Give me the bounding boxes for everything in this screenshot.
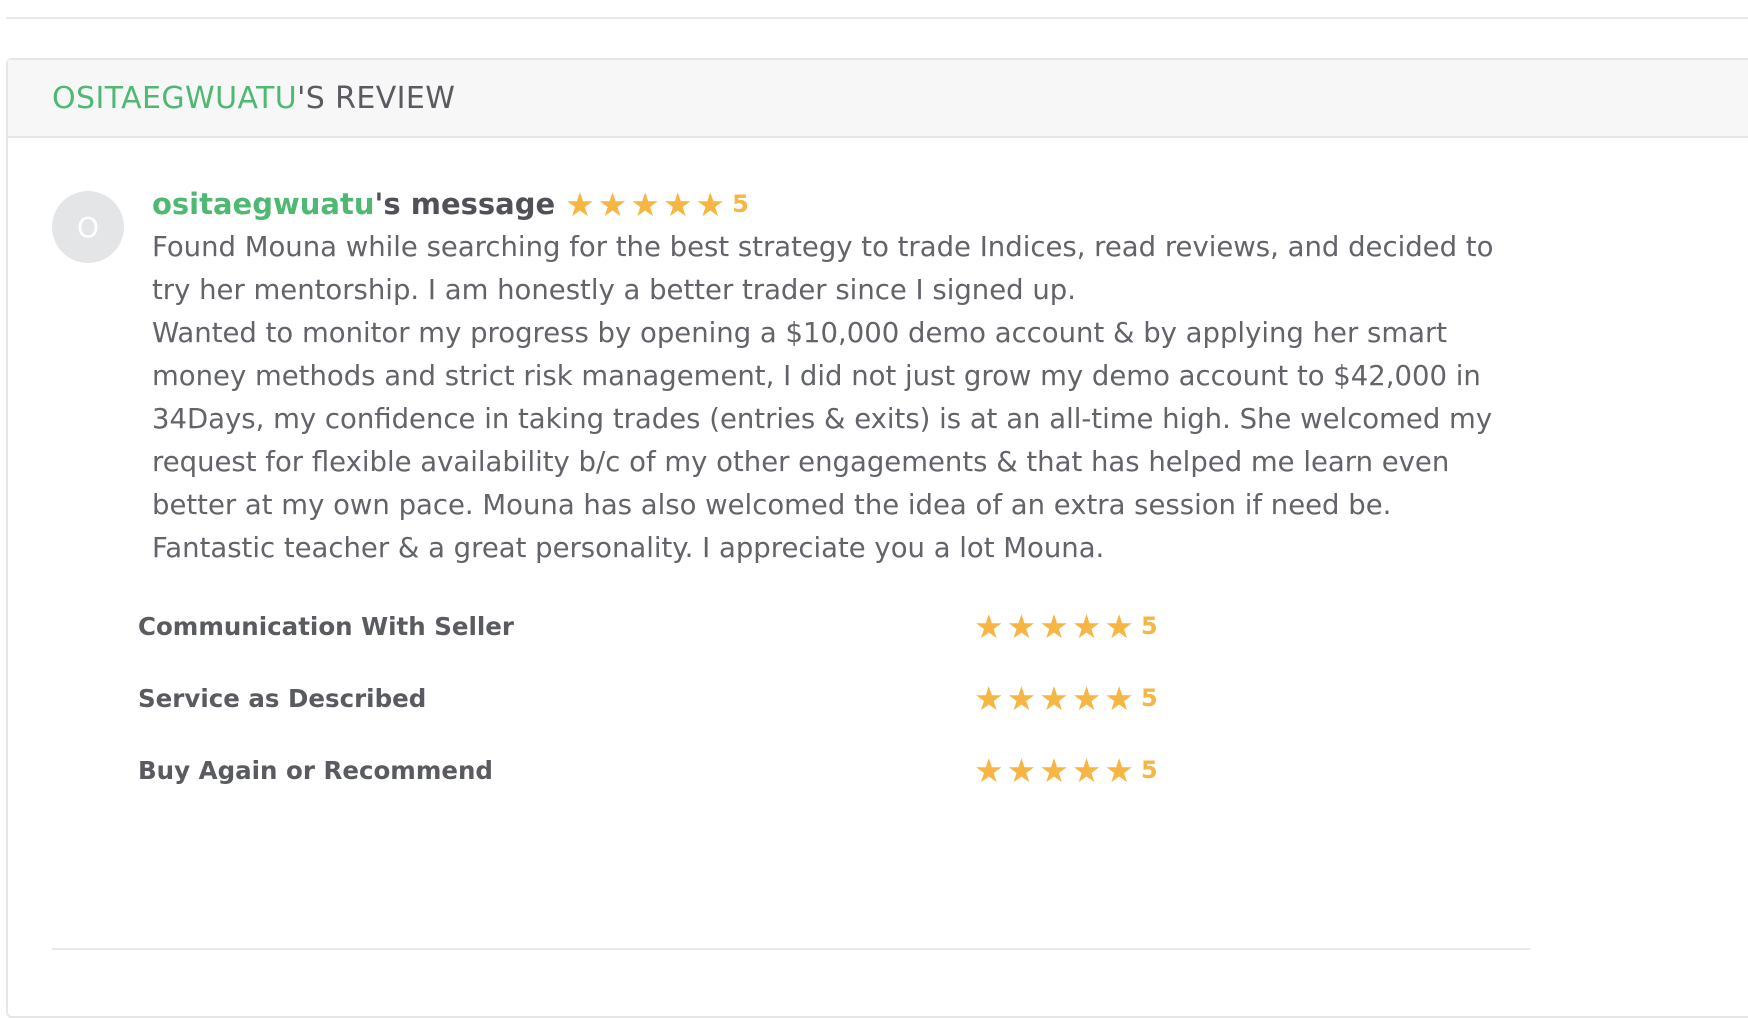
star-icon: ★ (974, 750, 1004, 790)
overall-rating-value: 5 (732, 190, 749, 218)
rating-label: Service as Described (138, 684, 427, 713)
review-card-header: OSITAEGWUATU 'S REVIEW (8, 60, 1748, 138)
star-icon: ★ (1071, 750, 1102, 790)
rating-row-service: Service as Described ★ ★ ★ ★ ★ 5 (138, 678, 1538, 750)
overall-rating: ★ ★ ★ ★ ★ 5 (565, 188, 749, 221)
star-icon: ★ (1104, 750, 1134, 790)
top-divider (6, 17, 1748, 19)
star-icon: ★ (1039, 678, 1069, 718)
star-icon: ★ (662, 184, 693, 224)
rating-stars: ★ ★ ★ ★ ★ 5 (974, 750, 1158, 790)
rating-row-recommend: Buy Again or Recommend ★ ★ ★ ★ ★ 5 (138, 750, 1538, 822)
rating-label: Buy Again or Recommend (138, 756, 493, 785)
rating-value: 5 (1140, 756, 1158, 784)
star-icon: ★ (1006, 750, 1037, 790)
rating-stars: ★ ★ ★ ★ ★ 5 (974, 678, 1158, 718)
message-heading: ositaegwuatu's message ★ ★ ★ ★ ★ 5 (152, 184, 749, 224)
rating-value: 5 (1140, 612, 1158, 640)
review-paragraph: Found Mouna while searching for the best… (152, 231, 1494, 306)
star-icon: ★ (974, 606, 1004, 646)
message-suffix: 's message (374, 187, 556, 221)
rating-breakdown: Communication With Seller ★ ★ ★ ★ ★ 5 Se… (138, 606, 1538, 822)
star-icon: ★ (1006, 606, 1037, 646)
star-icon: ★ (1104, 606, 1134, 646)
review-paragraph: Wanted to monitor my progress by opening… (152, 317, 1493, 564)
star-icon: ★ (565, 184, 595, 224)
star-icon: ★ (974, 678, 1004, 718)
star-icon: ★ (1006, 678, 1037, 718)
review-card: OSITAEGWUATU 'S REVIEW O ositaegwuatu's m… (6, 58, 1748, 1018)
avatar-initial: O (76, 210, 100, 244)
star-icon: ★ (1039, 606, 1069, 646)
header-username[interactable]: OSITAEGWUATU (52, 81, 297, 116)
star-icon: ★ (1071, 606, 1102, 646)
avatar[interactable]: O (52, 191, 124, 263)
star-icon: ★ (1039, 750, 1069, 790)
bottom-divider (52, 948, 1530, 950)
rating-label: Communication With Seller (138, 612, 514, 641)
star-icon: ★ (1104, 678, 1134, 718)
header-title-suffix: 'S REVIEW (297, 80, 456, 116)
star-icon: ★ (597, 184, 628, 224)
rating-row-communication: Communication With Seller ★ ★ ★ ★ ★ 5 (138, 606, 1538, 678)
rating-value: 5 (1140, 684, 1158, 712)
star-icon: ★ (630, 184, 660, 224)
star-icon: ★ (1071, 678, 1102, 718)
review-message: Found Mouna while searching for the best… (152, 226, 1517, 570)
star-icon: ★ (695, 184, 726, 224)
rating-stars: ★ ★ ★ ★ ★ 5 (974, 606, 1158, 646)
message-username[interactable]: ositaegwuatu (152, 187, 375, 221)
